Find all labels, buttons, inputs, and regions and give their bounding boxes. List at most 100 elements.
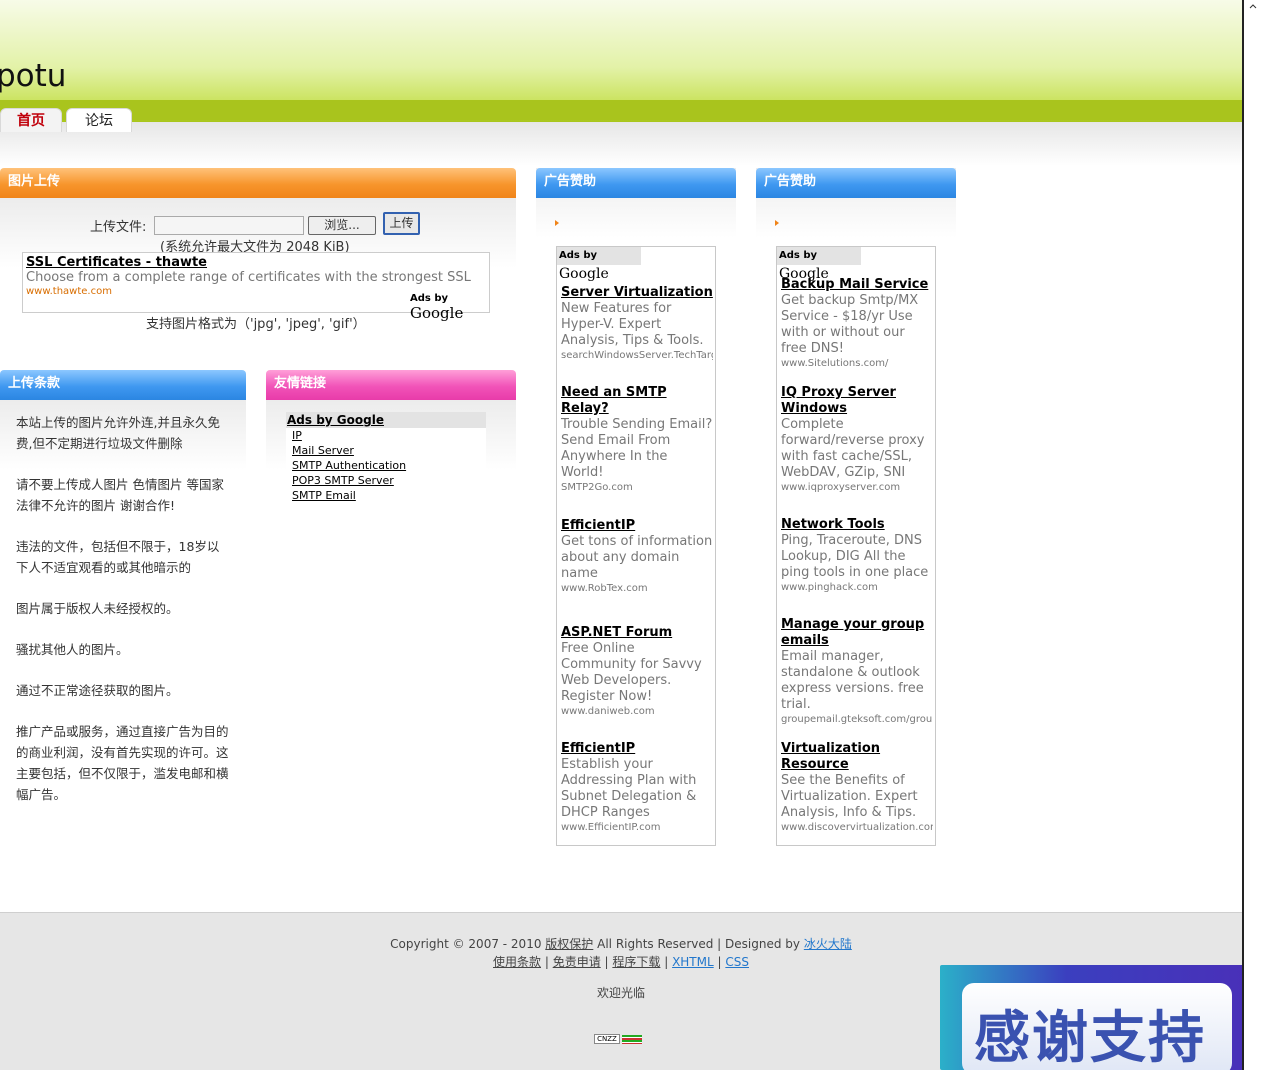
ad-url[interactable]: www.pinghack.com xyxy=(781,581,933,595)
sponsor-panel-1: 广告赞助 Ads by Google Server Virtualization… xyxy=(536,168,736,858)
ad-item[interactable]: ASP.NET Forum Free Online Community for … xyxy=(561,625,713,719)
ad-title[interactable]: Server Virtualization xyxy=(561,285,713,301)
ad-url[interactable]: www.Sitelutions.com/ xyxy=(781,357,933,371)
ad-item[interactable]: Server Virtualization New Features for H… xyxy=(561,285,713,363)
ad-desc: Get tons of information about any domain… xyxy=(561,534,713,581)
ads-by-label: Ads by xyxy=(779,250,818,261)
sponsor-panel-title: 广告赞助 xyxy=(756,168,956,198)
ssl-ad[interactable]: SSL Certificates - thawte Choose from a … xyxy=(22,252,490,322)
ads-by-google[interactable]: Ads by Google xyxy=(557,247,641,282)
ad-title[interactable]: Backup Mail Service xyxy=(781,277,933,293)
footer-link-disclaimer[interactable]: 免责申请 xyxy=(553,955,601,969)
ad-url[interactable]: www.discovervirtualization.com xyxy=(781,821,933,835)
footer-link-css[interactable]: CSS xyxy=(725,955,749,969)
ad-title[interactable]: ASP.NET Forum xyxy=(561,625,713,641)
file-path-input[interactable] xyxy=(154,216,304,235)
link-unit-item[interactable]: IP xyxy=(292,428,486,443)
ad-url[interactable]: www.thawte.com xyxy=(26,286,112,297)
upload-panel-title: 图片上传 xyxy=(0,168,516,198)
ad-desc: Trouble Sending Email? Send Email From A… xyxy=(561,417,713,480)
cnzz-counter-icon[interactable]: CNZZ xyxy=(594,1034,644,1046)
ad-title[interactable]: EfficientIP xyxy=(561,518,713,534)
copyright-line: Copyright © 2007 - 2010 版权保护 All Rights … xyxy=(0,935,1242,952)
ad-title[interactable]: Need an SMTP Relay? xyxy=(561,385,713,417)
ads-by-google-header[interactable]: Ads by Google xyxy=(286,412,486,428)
links-panel: 友情链接 Ads by Google IP Mail Server SMTP A… xyxy=(266,370,516,502)
footer-link-download[interactable]: 程序下载 xyxy=(612,955,660,969)
copyright-link[interactable]: 版权保护 xyxy=(545,937,593,951)
tab-home[interactable]: 首页 xyxy=(0,108,62,132)
thanks-badge[interactable]: 感谢支持 xyxy=(940,965,1257,1070)
ad-desc: Choose from a complete range of certific… xyxy=(26,270,471,285)
terms-paragraph: 推广产品或服务，通过直接广告为目的的商业利润，没有首先实现的许可。这主要包括，但… xyxy=(16,724,229,802)
ad-title[interactable]: EfficientIP xyxy=(561,741,713,757)
ad-desc: Free Online Community for Savvy Web Deve… xyxy=(561,641,702,704)
ad-column: Ads by Google Server Virtualization New … xyxy=(556,246,716,846)
ads-by-label: Ads by xyxy=(410,293,449,304)
ad-url[interactable]: searchWindowsServer.TechTarget.com xyxy=(561,349,713,363)
ads-by-google[interactable]: Ads by Google xyxy=(410,293,489,322)
footer-link-xhtml[interactable]: XHTML xyxy=(672,955,714,969)
terms-paragraph: 本站上传的图片允许外连,并且永久免费,但不定期进行垃圾文件删除 xyxy=(16,415,220,451)
ad-desc: New Features for Hyper-V. Expert Analysi… xyxy=(561,301,704,348)
link-unit-item[interactable]: Mail Server xyxy=(292,443,486,458)
tab-forum[interactable]: 论坛 xyxy=(66,108,132,132)
terms-paragraph: 通过不正常途径获取的图片。 xyxy=(16,683,179,698)
thanks-text: 感谢支持 xyxy=(974,1006,1206,1070)
ad-item[interactable]: Manage your group emails Email manager, … xyxy=(781,617,933,727)
ad-url[interactable]: www.RobTex.com xyxy=(561,582,713,596)
header-shadow xyxy=(0,122,1242,166)
ad-desc: Ping, Traceroute, DNS Lookup, DIG All th… xyxy=(781,533,929,580)
ad-item[interactable]: IQ Proxy Server Windows Complete forward… xyxy=(781,385,933,495)
upload-button[interactable]: 上传 xyxy=(383,212,420,235)
sponsor-panel-2: 广告赞助 Ads by Google Backup Mail Service G… xyxy=(756,168,956,858)
ad-url[interactable]: groupemail.gteksoft.com/groupemail xyxy=(781,713,933,727)
terms-panel-body: 本站上传的图片允许外连,并且永久免费,但不定期进行垃圾文件删除 请不要上传成人图… xyxy=(0,400,246,810)
ad-title[interactable]: Virtualization Resource xyxy=(781,741,933,773)
ad-item[interactable]: Backup Mail Service Get backup Smtp/MX S… xyxy=(781,277,933,371)
google-logo: Google xyxy=(410,304,464,322)
ad-item[interactable]: Need an SMTP Relay? Trouble Sending Emai… xyxy=(561,385,713,495)
formats-note: 支持图片格式为（'jpg', 'jpeg', 'gif'） xyxy=(146,317,366,332)
terms-paragraph: 骚扰其他人的图片。 xyxy=(16,642,129,657)
ad-url[interactable]: SMTP2Go.com xyxy=(561,481,713,495)
terms-paragraph: 图片属于版权人未经授权的。 xyxy=(16,601,179,616)
ad-desc: Complete forward/reverse proxy with fast… xyxy=(781,417,925,480)
ad-item[interactable]: EfficientIP Establish your Addressing Pl… xyxy=(561,741,713,835)
ad-url[interactable]: www.EfficientIP.com xyxy=(561,821,713,835)
designer-link[interactable]: 冰火大陆 xyxy=(804,937,852,951)
ad-item[interactable]: Virtualization Resource See the Benefits… xyxy=(781,741,933,835)
terms-paragraph: 违法的文件，包括但不限于，18岁以下人不适宜观看的或其他暗示的 xyxy=(16,539,220,575)
browse-button[interactable]: 浏览... xyxy=(308,216,376,235)
bullet-arrow-icon xyxy=(775,220,779,226)
ad-title[interactable]: IQ Proxy Server Windows xyxy=(781,385,933,417)
footer-link-terms[interactable]: 使用条款 xyxy=(493,955,541,969)
ad-title[interactable]: SSL Certificates - thawte xyxy=(26,255,207,270)
links-panel-body: Ads by Google IP Mail Server SMTP Authen… xyxy=(266,400,516,502)
terms-paragraph: 请不要上传成人图片 色情图片 等国家法律不允许的图片 谢谢合作! xyxy=(16,477,224,513)
site-logo[interactable]: potu xyxy=(0,58,66,94)
ad-desc: See the Benefits of Virtualization. Expe… xyxy=(781,773,918,820)
ad-url[interactable]: www.iqproxyserver.com xyxy=(781,481,933,495)
ad-item[interactable]: EfficientIP Get tons of information abou… xyxy=(561,518,713,596)
link-unit-item[interactable]: SMTP Email xyxy=(292,488,486,503)
ads-by-label: Ads by xyxy=(559,250,598,261)
counter-bars-icon xyxy=(622,1035,642,1044)
upload-panel-body: 上传文件: 浏览... 上传 (系统允许最大文件为 2048 KiB) SSL … xyxy=(0,198,516,358)
link-unit-item[interactable]: SMTP Authentication xyxy=(292,458,486,473)
terms-text: 本站上传的图片允许外连,并且永久免费,但不定期进行垃圾文件删除 请不要上传成人图… xyxy=(16,412,230,825)
terms-panel-title: 上传条款 xyxy=(0,370,246,400)
ad-title[interactable]: Manage your group emails xyxy=(781,617,933,649)
ads-by-google[interactable]: Ads by Google xyxy=(777,247,861,282)
ad-url[interactable]: www.daniweb.com xyxy=(561,705,713,719)
ad-desc: Establish your Addressing Plan with Subn… xyxy=(561,757,697,820)
ad-title[interactable]: Network Tools xyxy=(781,517,933,533)
nav-band xyxy=(0,100,1242,120)
ad-desc: Email manager, standalone & outlook expr… xyxy=(781,649,924,712)
ad-column: Ads by Google Backup Mail Service Get ba… xyxy=(776,246,936,846)
link-unit-item[interactable]: POP3 SMTP Server xyxy=(292,473,486,488)
corner-caret-icon xyxy=(1249,4,1257,9)
ad-item[interactable]: Network Tools Ping, Traceroute, DNS Look… xyxy=(781,517,933,595)
file-label: 上传文件: xyxy=(90,220,147,235)
copyright-text: Copyright © 2007 - 2010 xyxy=(390,937,542,951)
